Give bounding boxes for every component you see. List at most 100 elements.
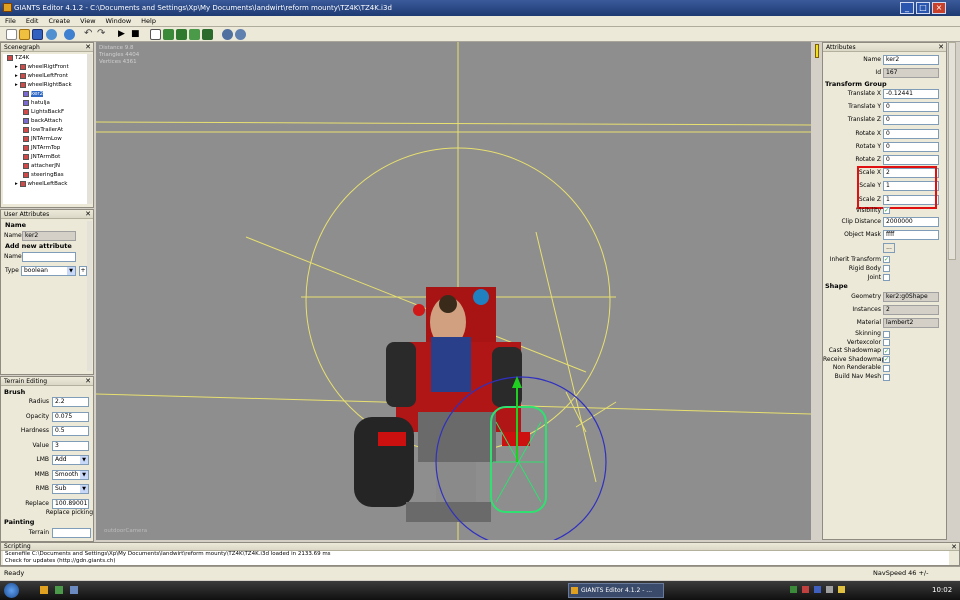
- joint-checkbox[interactable]: [883, 274, 890, 281]
- tray-security-icon[interactable]: [802, 586, 809, 593]
- scripting-output[interactable]: Scenefile C:\Documents and Settings\Xp\M…: [3, 551, 949, 565]
- refresh-icon[interactable]: [46, 29, 57, 40]
- close-window-button[interactable]: ×: [932, 2, 946, 14]
- shape-flag-checkbox[interactable]: [883, 339, 890, 347]
- clock[interactable]: 10:02: [932, 581, 952, 600]
- menu-help[interactable]: Help: [136, 16, 161, 27]
- shape-flag-checkbox[interactable]: ✓: [883, 347, 890, 355]
- tray-power-icon[interactable]: [838, 586, 845, 593]
- shape-flag-checkbox[interactable]: [883, 364, 890, 372]
- tray-network-icon[interactable]: [790, 586, 797, 593]
- add-attribute-button[interactable]: +: [79, 266, 87, 276]
- type-select[interactable]: boolean ▼: [21, 266, 76, 276]
- transform-input[interactable]: 0: [883, 102, 939, 113]
- clip-distance-input[interactable]: 2000000: [883, 217, 939, 227]
- terrain-field-input[interactable]: 2.2: [52, 397, 89, 407]
- terrain-field-input[interactable]: 0.5: [52, 426, 89, 436]
- transform-group-icon: [19, 63, 26, 70]
- transform-input[interactable]: 0: [883, 128, 939, 139]
- node-name-input[interactable]: ker2: [883, 55, 939, 65]
- attributes-scrollbar[interactable]: [948, 42, 956, 260]
- maximize-button[interactable]: □: [916, 2, 930, 14]
- close-icon[interactable]: ✕: [85, 210, 91, 219]
- transform-group-icon: [23, 153, 29, 160]
- taskbar-giants-button[interactable]: GIANTS Editor 4.1.2 - ...: [568, 583, 664, 598]
- tree-item[interactable]: attacherJN: [23, 162, 60, 171]
- tree-item[interactable]: hatulja: [23, 99, 50, 108]
- terrain-paint-icon[interactable]: [176, 29, 187, 40]
- shape-flag-checkbox[interactable]: [883, 373, 890, 381]
- terrain-input[interactable]: [52, 528, 91, 538]
- save-icon[interactable]: [32, 29, 43, 40]
- new-file-icon[interactable]: [6, 29, 17, 40]
- menu-window[interactable]: Window: [101, 16, 137, 27]
- select-tool-icon[interactable]: [150, 29, 161, 40]
- stop-icon[interactable]: ■: [131, 29, 142, 40]
- terrain-field-input[interactable]: 0.075: [52, 411, 89, 422]
- quicklaunch-app-icon[interactable]: [55, 586, 63, 594]
- object-mask-browse-button[interactable]: ...: [883, 243, 895, 253]
- replace-picking-label[interactable]: Replace picking: [21, 508, 93, 518]
- terrain-field-select[interactable]: Smooth ▼: [52, 469, 89, 480]
- scenegraph-tree[interactable]: TZ4K ▸ wheelRigtFront ▸ wheelLeftFront ▸ wh…: [3, 54, 87, 204]
- menu-create[interactable]: Create: [43, 16, 75, 27]
- terrain-field-input[interactable]: 100.89001: [52, 498, 89, 509]
- terrain-field-input[interactable]: 3: [52, 440, 89, 451]
- dock-handle[interactable]: [815, 44, 819, 58]
- tray-volume-icon[interactable]: [826, 586, 833, 593]
- open-folder-icon[interactable]: [19, 29, 30, 40]
- terrain-sculpt-icon[interactable]: [202, 29, 213, 40]
- close-icon[interactable]: ✕: [938, 43, 944, 52]
- terrain-field-select[interactable]: Sub ▼: [52, 484, 89, 494]
- scenegraph-scrollbar[interactable]: [87, 54, 92, 204]
- transform-input[interactable]: -0.12441: [883, 89, 939, 99]
- shape-flag-checkbox[interactable]: [883, 330, 890, 338]
- tree-item[interactable]: ▸ wheelLeftBack: [15, 180, 68, 189]
- tree-item[interactable]: ▸ wheelRigtFront: [15, 63, 69, 72]
- close-icon[interactable]: ✕: [85, 43, 91, 52]
- transform-input[interactable]: 0: [883, 141, 939, 152]
- foliage-tool-icon[interactable]: [189, 29, 200, 40]
- terrain-field-select[interactable]: Add ▼: [52, 455, 89, 465]
- tree-item[interactable]: steeringBas: [23, 171, 64, 180]
- quicklaunch-desktop-icon[interactable]: [70, 586, 78, 594]
- tree-item[interactable]: JNTArmTop: [23, 144, 60, 153]
- tray-bluetooth-icon[interactable]: [814, 586, 821, 593]
- close-icon[interactable]: ✕: [85, 377, 91, 386]
- inherit-transform-checkbox[interactable]: ✓: [883, 256, 890, 263]
- globe-icon[interactable]: [64, 29, 75, 40]
- shape-flag-checkbox[interactable]: ✓: [883, 356, 890, 364]
- log-line: Check for updates (http://gdn.giants.ch): [5, 558, 116, 564]
- quicklaunch-folder-icon[interactable]: [40, 586, 48, 594]
- tree-item[interactable]: JNTArmBot: [23, 153, 60, 162]
- start-orb-icon[interactable]: [4, 583, 19, 598]
- terrain-field-label: Hardness: [20, 427, 49, 434]
- object-mask-input[interactable]: ffff: [883, 230, 939, 240]
- transform-input[interactable]: 0: [883, 115, 939, 126]
- menu-file[interactable]: File: [0, 16, 21, 27]
- tree-item[interactable]: ▸ wheelLeftFront: [15, 72, 68, 81]
- tree-item[interactable]: backAttach: [23, 117, 62, 126]
- options-icon[interactable]: [235, 29, 246, 40]
- menu-view[interactable]: View: [75, 16, 100, 27]
- minimize-button[interactable]: _: [900, 2, 914, 14]
- redo-icon[interactable]: ↷: [97, 29, 108, 40]
- tree-item[interactable]: ▸ wheelRightBack: [15, 81, 72, 90]
- tree-item[interactable]: TZ4K: [7, 54, 29, 63]
- transform-input[interactable]: 0: [883, 155, 939, 165]
- play-icon[interactable]: ▶: [118, 29, 129, 40]
- tree-item[interactable]: JNTArmLow: [23, 135, 62, 144]
- tree-item[interactable]: lowTrailerAt: [23, 126, 63, 135]
- tree-item[interactable]: ker2: [23, 90, 44, 99]
- new-attribute-name-input[interactable]: [22, 252, 76, 262]
- undo-icon[interactable]: ↶: [84, 29, 95, 40]
- rigid-body-checkbox[interactable]: [883, 265, 890, 272]
- tree-item[interactable]: LightsBackF: [23, 108, 64, 117]
- 3d-viewport[interactable]: Distance 9.8 Triangles 4404 Vertices 436…: [96, 42, 811, 540]
- user-attributes-scrollbar[interactable]: [87, 221, 92, 371]
- close-icon[interactable]: ✕: [951, 543, 957, 552]
- menu-edit[interactable]: Edit: [21, 16, 44, 27]
- settings-icon[interactable]: [222, 29, 233, 40]
- visibility-checkbox[interactable]: ✓: [883, 207, 890, 214]
- terrain-tool-icon[interactable]: [163, 29, 174, 40]
